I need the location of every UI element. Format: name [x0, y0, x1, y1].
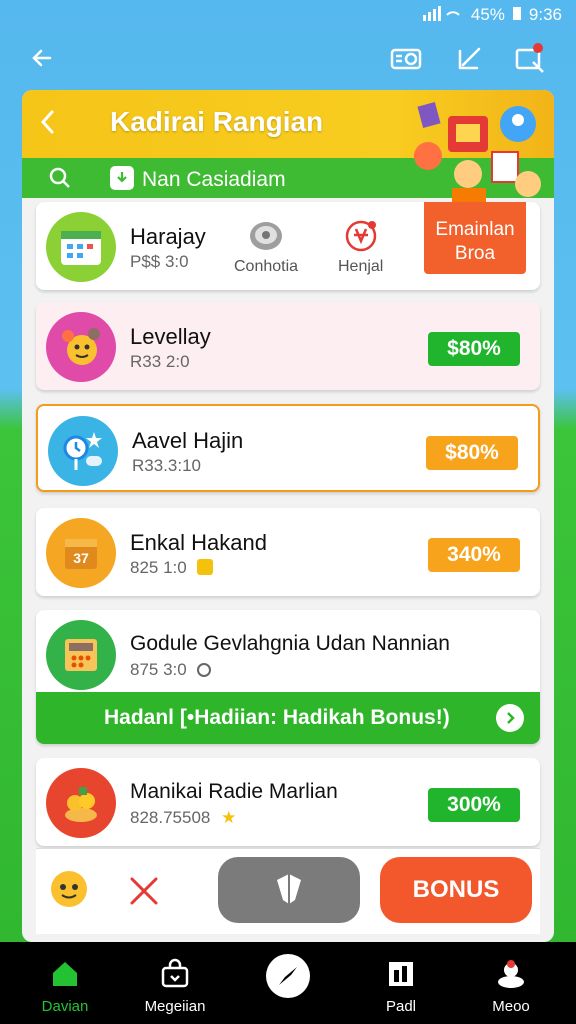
notification-icon[interactable]	[512, 40, 548, 76]
boost-button[interactable]: Emainlan Broa	[424, 202, 526, 274]
offer-name: Manikai Radie Marlian	[130, 780, 338, 803]
offer-card[interactable]: 37 Enkal Hakand 825 1:0 340%	[36, 508, 540, 596]
nav-item-compass[interactable]	[233, 954, 343, 1002]
calculator-icon	[46, 620, 116, 690]
fire-badge-icon	[341, 218, 381, 254]
offers-panel: Kadirai Rangian Nan Casiadiam Harajay P$…	[22, 90, 554, 942]
mini-label-left: Conhotia	[234, 258, 299, 275]
offer-name: Levellay	[130, 324, 211, 349]
clock: 9:36	[528, 5, 562, 24]
offer-meta: R33 2:0	[130, 352, 190, 371]
action-bar: BONUS	[36, 848, 540, 934]
app-bar	[0, 30, 576, 86]
download-icon	[110, 166, 134, 190]
edit-icon[interactable]	[452, 40, 488, 76]
nav-label-profile: Meoo	[492, 998, 530, 1015]
nav-label-chart: Padl	[385, 998, 417, 1015]
offer-card[interactable]: Manikai Radie Marlian 828.75508 ★ 300%	[36, 758, 540, 846]
headphones-icon	[246, 218, 286, 254]
offer-meta-text: 875 3:0	[130, 660, 187, 679]
candy-icon	[46, 312, 116, 382]
offer-card[interactable]: Harajay P$$ 3:0 Conhotia Henjal Emainlan…	[36, 202, 540, 290]
nav-label-bag: Megeiian	[144, 998, 206, 1015]
gift-basket-icon	[46, 768, 116, 838]
calendar-icon	[46, 212, 116, 282]
gem-button[interactable]	[218, 857, 360, 923]
bag-icon	[155, 954, 195, 994]
nav-item-profile[interactable]: Meoo	[456, 954, 566, 1015]
profile-icon	[491, 954, 531, 994]
chevron-right-icon[interactable]	[496, 704, 524, 732]
chevron-left-icon[interactable]	[38, 108, 58, 141]
status-bar: 45% 9:36	[0, 0, 576, 30]
nav-item-home[interactable]: Davian	[10, 954, 120, 1015]
offer-meta: R33.3:10	[132, 456, 201, 475]
camera-icon[interactable]	[388, 40, 424, 76]
signal-icon	[422, 5, 463, 26]
chart-icon	[381, 954, 421, 994]
mini-label-right: Henjal	[338, 258, 384, 275]
offer-reward-button[interactable]: 340%	[428, 538, 520, 572]
mini-option-right[interactable]: Henjal	[338, 218, 383, 276]
offer-reward-button[interactable]: 300%	[428, 788, 520, 822]
offer-meta: P$$ 3:0	[130, 252, 189, 271]
crate-icon: 37	[46, 518, 116, 588]
back-arrow-icon[interactable]	[24, 40, 60, 76]
offer-meta: 875 3:0	[130, 660, 212, 680]
offer-card[interactable]: Levellay R33 2:0 $80%	[36, 302, 540, 390]
offer-card[interactable]: Aavel Hajin R33.3:10 $80%	[36, 404, 540, 492]
promo-illustration	[408, 96, 548, 206]
nav-item-bag[interactable]: Megeiian	[120, 954, 230, 1015]
offer-meta: 828.75508 ★	[130, 808, 236, 828]
star-icon: ★	[221, 808, 237, 827]
compass-icon	[266, 954, 310, 998]
offer-meta-text: 825 1:0	[130, 558, 187, 577]
search-label: Nan Casiadiam	[142, 168, 286, 191]
page-title: Kadirai Rangian	[110, 106, 324, 137]
timer-icon	[48, 416, 118, 486]
bottom-nav: Davian Megeiian Padl Meoo	[0, 942, 576, 1024]
offer-meta: 825 1:0	[130, 558, 214, 578]
mini-option-left[interactable]: Conhotia	[234, 218, 298, 276]
bonus-banner-text: Hadanl [•Hadiian: Hadikah Bonus!)	[104, 706, 450, 729]
svg-text:37: 37	[73, 550, 89, 566]
nav-label-home: Davian	[41, 998, 89, 1015]
close-icon[interactable]	[126, 873, 162, 914]
offer-name: Aavel Hajin	[132, 428, 244, 453]
mascot-icon	[44, 863, 94, 924]
offer-reward-button[interactable]: $80%	[426, 436, 518, 470]
home-icon	[45, 954, 85, 994]
nav-item-chart[interactable]: Padl	[346, 954, 456, 1015]
offer-name: Enkal Hakand	[130, 530, 267, 555]
offer-name: Godule Gevlahgnia Udan Nannian	[130, 632, 450, 655]
battery-percent: 45%	[470, 5, 505, 24]
battery-icon	[512, 5, 521, 25]
offer-meta-text: 828.75508	[130, 808, 211, 827]
offer-name: Harajay	[130, 224, 206, 249]
offer-reward-button[interactable]: $80%	[428, 332, 520, 366]
coin-icon	[197, 559, 214, 575]
search-icon[interactable]	[48, 166, 72, 195]
bonus-button[interactable]: BONUS	[380, 857, 532, 923]
bonus-banner[interactable]: Hadanl [•Hadiian: Hadikah Bonus!)	[36, 692, 540, 744]
clock-icon	[197, 663, 212, 677]
gem-icon	[269, 870, 309, 911]
